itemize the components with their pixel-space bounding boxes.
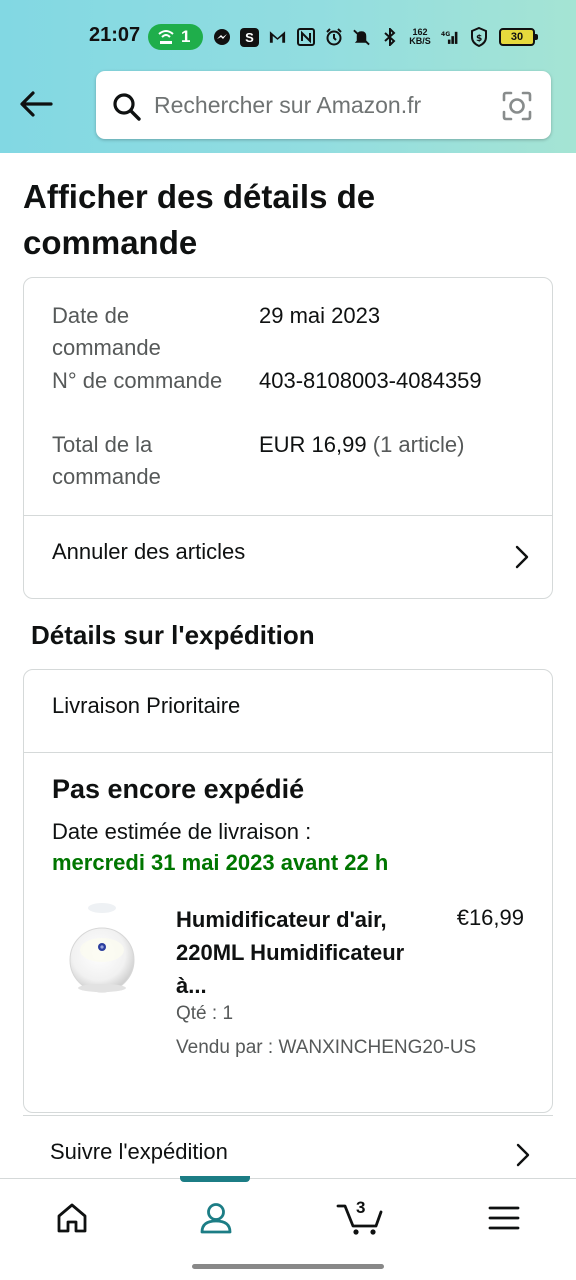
hotspot-indicator: 1 bbox=[148, 24, 203, 50]
order-total-value: EUR 16,99 (1 article) bbox=[259, 429, 464, 461]
shipment-section-title: Détails sur l'expédition bbox=[31, 620, 315, 650]
signal-icon: 4G bbox=[441, 28, 460, 47]
app-header: 21:07 1 S 162 KB/S 4G $ 30 Rechercher su… bbox=[0, 0, 576, 153]
shipment-card: Livraison Prioritaire Pas encore expédié… bbox=[23, 669, 553, 1113]
hotspot-count: 1 bbox=[181, 27, 191, 46]
network-speed: 162 KB/S bbox=[408, 28, 432, 46]
s-app-icon: S bbox=[240, 27, 259, 47]
product-image[interactable] bbox=[66, 902, 138, 1000]
order-number-label: N° de commande bbox=[52, 368, 223, 393]
track-shipment-label: Suivre l'expédition bbox=[50, 1139, 228, 1164]
order-total-label: Total de la commande bbox=[52, 432, 161, 489]
nfc-icon bbox=[296, 28, 315, 47]
cancel-items-label: Annuler des articles bbox=[52, 539, 246, 564]
account-icon bbox=[200, 1203, 232, 1234]
status-time: 21:07 bbox=[89, 24, 141, 46]
hotspot-icon bbox=[158, 30, 174, 44]
mute-icon bbox=[352, 28, 371, 47]
order-date-label: Date de commande bbox=[52, 303, 161, 360]
alarm-icon bbox=[324, 28, 343, 47]
search-input[interactable] bbox=[154, 85, 484, 125]
chevron-right-icon bbox=[516, 1143, 530, 1167]
eta-label: Date estimée de livraison : bbox=[52, 819, 312, 844]
camera-lens-icon[interactable] bbox=[501, 90, 533, 122]
search-icon bbox=[113, 93, 141, 121]
back-button[interactable] bbox=[16, 84, 56, 124]
bluetooth-icon bbox=[380, 28, 399, 47]
gmail-icon bbox=[268, 28, 287, 47]
battery-indicator: 30 bbox=[499, 28, 538, 46]
messenger-icon bbox=[212, 28, 231, 47]
nav-home[interactable] bbox=[0, 1179, 144, 1257]
vpn-shield-icon: $ bbox=[469, 27, 488, 47]
nav-cart[interactable] bbox=[288, 1179, 432, 1257]
order-total-article-count: (1 article) bbox=[372, 432, 465, 457]
divider bbox=[24, 752, 552, 753]
home-icon bbox=[57, 1203, 87, 1233]
product-quantity: Qté : 1 bbox=[176, 1003, 234, 1024]
search-bar[interactable] bbox=[96, 71, 551, 139]
nav-account[interactable] bbox=[144, 1179, 288, 1257]
gesture-bar[interactable] bbox=[192, 1264, 384, 1269]
status-bar: 21:07 1 S 162 KB/S 4G $ 30 bbox=[0, 18, 576, 56]
order-summary-card: Date de commande 29 mai 2023 N° de comma… bbox=[23, 277, 553, 599]
status-icons: S 162 KB/S 4G $ bbox=[212, 26, 488, 48]
track-shipment-link[interactable]: Suivre l'expédition bbox=[23, 1115, 553, 1179]
product-title-link[interactable]: Humidificateur d'air, 220ML Humidificate… bbox=[176, 903, 406, 1002]
page-title: Afficher des détails de commande bbox=[23, 178, 376, 261]
chevron-right-icon bbox=[515, 545, 529, 569]
svg-text:$: $ bbox=[476, 34, 482, 44]
cart-count-badge: 3 bbox=[356, 1198, 366, 1217]
arrow-left-icon bbox=[20, 91, 53, 117]
shipment-status: Pas encore expédié bbox=[52, 774, 305, 804]
shipping-type: Livraison Prioritaire bbox=[52, 693, 241, 718]
product-price: €16,99 bbox=[456, 905, 524, 930]
eta-value: mercredi 31 mai 2023 avant 22 h bbox=[52, 850, 389, 875]
cancel-items-link[interactable]: Annuler des articles bbox=[24, 516, 552, 598]
menu-icon bbox=[488, 1206, 520, 1230]
order-total-amount: EUR 16,99 bbox=[259, 432, 367, 457]
order-date-value: 29 mai 2023 bbox=[259, 303, 381, 328]
bottom-navigation bbox=[0, 1176, 576, 1257]
product-seller: Vendu par : WANXINCHENG20-US bbox=[176, 1037, 477, 1058]
network-speed-unit: KB/S bbox=[409, 36, 431, 46]
order-number-value: 403-8108003-4084359 bbox=[259, 368, 482, 393]
nav-menu[interactable] bbox=[432, 1179, 576, 1257]
svg-text:4G: 4G bbox=[441, 31, 450, 38]
